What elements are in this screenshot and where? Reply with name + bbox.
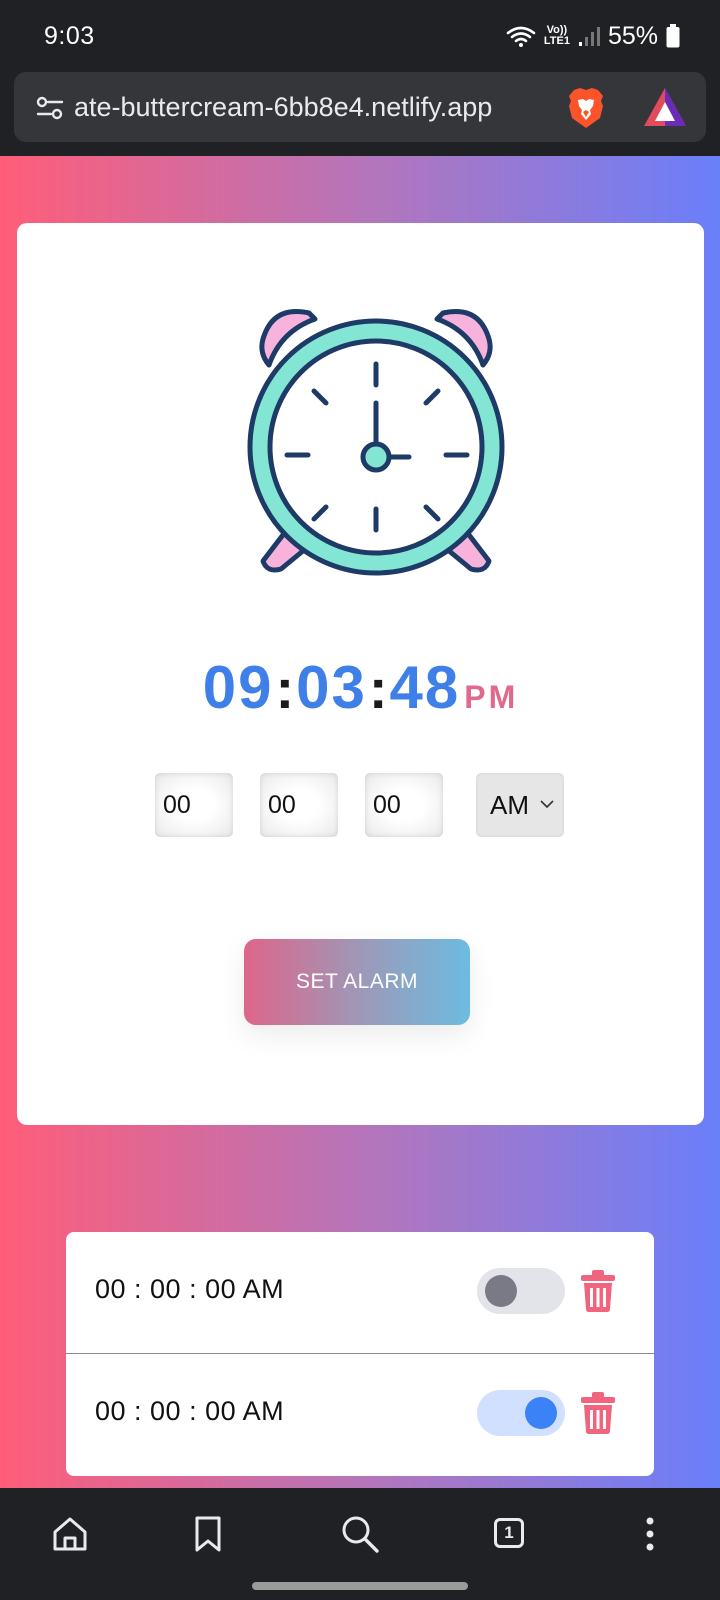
clock-separator: : <box>275 657 295 720</box>
tabs-icon[interactable]: 1 <box>490 1514 530 1554</box>
gesture-handle[interactable] <box>252 1582 468 1590</box>
page-background: 09:03:48PM AM SET ALARM 00 : 00 : 00 AM <box>0 156 720 1488</box>
ampm-select-value: AM <box>490 790 529 820</box>
hour-input[interactable] <box>155 773 233 837</box>
alarm-time: 00 : 00 : 00 AM <box>95 1274 285 1304</box>
trash-icon[interactable] <box>580 1269 616 1313</box>
alarm-item: 00 : 00 : 00 AM <box>66 1232 654 1353</box>
clock-minutes: 03 <box>296 654 367 721</box>
brave-shields-icon[interactable] <box>566 86 606 130</box>
status-bar: 9:03 Vo)) LTE1 55% <box>0 0 720 70</box>
brave-rewards-icon[interactable] <box>642 86 688 130</box>
bookmark-icon[interactable] <box>188 1514 228 1554</box>
volte-indicator: Vo)) LTE1 <box>544 25 570 47</box>
site-settings-icon[interactable] <box>36 94 64 122</box>
set-alarm-button[interactable]: SET ALARM <box>244 939 470 1025</box>
alarm-list: 00 : 00 : 00 AM 00 : 00 : 00 AM <box>66 1232 654 1476</box>
clock-card: 09:03:48PM AM SET ALARM <box>17 223 704 1125</box>
trash-icon[interactable] <box>580 1391 616 1435</box>
alarm-toggle[interactable] <box>477 1268 565 1314</box>
alarm-item: 00 : 00 : 00 AM <box>66 1353 654 1475</box>
battery-percent: 55% <box>607 21 658 50</box>
second-input[interactable] <box>365 773 443 837</box>
browser-toolbar: ate-buttercream-6bb8e4.netlify.app <box>0 70 720 156</box>
chevron-down-icon <box>540 800 554 809</box>
minute-input[interactable] <box>260 773 338 837</box>
wifi-icon <box>506 26 536 47</box>
status-icons: Vo)) LTE1 55% <box>506 20 680 52</box>
signal-icon <box>578 27 600 46</box>
alarm-time: 00 : 00 : 00 AM <box>95 1396 285 1426</box>
lte-label: LTE1 <box>543 35 570 47</box>
alarm-clock-icon <box>247 309 505 576</box>
clock-ampm: PM <box>464 679 519 715</box>
toggle-knob <box>485 1275 517 1307</box>
battery-icon <box>666 24 680 48</box>
address-bar[interactable]: ate-buttercream-6bb8e4.netlify.app <box>14 72 706 142</box>
clock-separator: : <box>368 657 388 720</box>
toggle-knob <box>525 1397 557 1429</box>
digital-clock: 09:03:48 PM <box>17 653 704 722</box>
tab-count: 1 <box>494 1518 524 1548</box>
clock-seconds: 48 <box>389 654 461 721</box>
alarm-time-form: AM <box>17 773 704 837</box>
ampm-select[interactable]: AM <box>476 773 564 837</box>
alarm-toggle[interactable] <box>477 1390 565 1436</box>
search-icon[interactable] <box>340 1514 380 1554</box>
status-time: 9:03 <box>44 22 95 50</box>
browser-bottom-nav: 1 <box>0 1488 720 1600</box>
clock-hours: 09 <box>202 654 274 721</box>
home-icon[interactable] <box>50 1514 90 1554</box>
url-text[interactable]: ate-buttercream-6bb8e4.netlify.app <box>74 92 564 123</box>
more-icon[interactable] <box>630 1514 670 1554</box>
